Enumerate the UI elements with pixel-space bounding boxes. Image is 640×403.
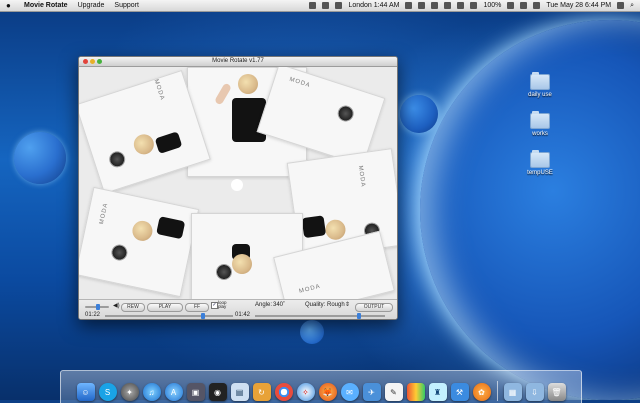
status-icon-3[interactable] [335,2,343,9]
preview-icon[interactable]: ▤ [230,383,249,401]
movie-rotate-icon[interactable]: ↻ [252,383,271,401]
loop-play-label: loop play [218,300,227,309]
dock-separator [496,381,498,401]
seek-bar-right[interactable] [255,315,385,317]
status-icon-5[interactable] [418,2,426,9]
desktop-folder-works[interactable]: works [517,111,563,137]
zoom-button[interactable] [97,59,102,64]
applications-folder-icon[interactable]: ▦ [503,383,522,401]
menu-extras: London 1:44 AM 100% Tue May 28 6:44 PM ⌕ [309,2,634,10]
chrome-icon[interactable] [274,383,293,401]
folder-icon [530,150,550,168]
photo-booth-icon[interactable]: ◉ [208,383,227,401]
folder-icon [530,111,550,129]
loop-play-checkbox[interactable]: ✓ [211,302,218,309]
trash-icon[interactable]: 🗑 [547,383,566,401]
status-icon-8[interactable] [457,2,465,9]
speaker-icon: ◀) [113,303,120,309]
seek-bar-left[interactable] [105,315,233,317]
firefox-icon[interactable]: 🦊 [318,383,337,401]
play-button[interactable]: PLAY [147,303,183,312]
spotlight-icon[interactable]: ⌕ [630,2,634,10]
bottle-icon[interactable]: ♜ [428,383,447,401]
textedit-icon[interactable]: ✎ [384,383,403,401]
user-icon[interactable] [617,2,625,9]
volume-icon[interactable] [533,2,541,9]
planet-mid-graphic [400,95,438,133]
volume-slider[interactable] [85,304,109,310]
movie-rotate-window: Movie Rotate v1.77 MODA MODA MODA MODA M… [78,56,398,320]
menu-item-support[interactable]: Support [114,2,139,9]
folder-icon [530,72,550,90]
orange-app-icon[interactable]: ✿ [472,383,491,401]
close-button[interactable] [83,59,88,64]
status-icon-6[interactable] [431,2,439,9]
total-time: 01:42 [235,312,251,318]
menu-bar: ● Movie Rotate Upgrade Support London 1:… [0,0,640,12]
status-icon-4[interactable] [405,2,413,9]
folder-label: works [532,131,548,137]
desktop-folder-tempuse[interactable]: tempUSE [517,150,563,176]
launchpad-icon[interactable]: ✦ [120,383,139,401]
angle-label: Angle: [255,302,273,308]
apple-menu-icon[interactable]: ● [6,1,16,10]
volume-knob[interactable] [96,304,101,310]
video-tile-left: MODA [79,186,200,298]
app-store-icon[interactable]: A [164,383,183,401]
quality-select[interactable]: Rough [327,302,345,308]
status-icon-7[interactable] [444,2,452,9]
battery-percent[interactable]: 100% [483,2,501,9]
planet-small-graphic [14,132,66,184]
itunes-icon[interactable]: ♫ [142,383,161,401]
window-title: Movie Rotate v1.77 [212,58,264,64]
planet-tiny-graphic [300,320,324,344]
instruments-icon[interactable] [406,383,425,401]
current-time: 01:22 [85,312,101,318]
world-clock[interactable]: London 1:44 AM [348,2,399,9]
seek-knob[interactable] [201,313,205,319]
downloads-folder-icon[interactable]: ⇩ [525,383,544,401]
menu-clock[interactable]: Tue May 28 6:44 PM [546,2,611,9]
quality-label: Quality: [305,302,326,308]
output-button[interactable]: OUTPUT [355,303,393,312]
status-icon-2[interactable] [322,2,330,9]
menu-item-upgrade[interactable]: Upgrade [78,2,105,9]
menu-app-name[interactable]: Movie Rotate [24,2,68,9]
safari-icon[interactable]: ✧ [296,383,315,401]
angle-value[interactable]: 340˚ [273,302,285,308]
quality-stepper-icon[interactable]: ⇕ [345,301,350,308]
window-titlebar[interactable]: Movie Rotate v1.77 [79,57,397,67]
playback-controls: ◀) REW PLAY FF ✓ loop play Angle: 340˚ Q… [79,299,397,319]
minimize-button[interactable] [90,59,95,64]
rotation-center-marker [231,179,243,191]
mail-icon[interactable]: ✈ [362,383,381,401]
battery-icon[interactable] [507,2,515,9]
wifi-icon[interactable] [520,2,528,9]
bluetooth-icon[interactable] [470,2,478,9]
folder-label: daily use [528,92,552,98]
folder-label: tempUSE [527,170,553,176]
skype-icon[interactable]: S [98,383,117,401]
video-preview[interactable]: MODA MODA MODA MODA MODA [79,67,397,299]
finder-icon[interactable]: ☺ [76,383,95,401]
rew-button[interactable]: REW [121,303,145,312]
messages-icon[interactable]: ✉ [340,383,359,401]
xcode-icon[interactable]: ⚒ [450,383,469,401]
status-icon-1[interactable] [309,2,317,9]
desktop-folder-daily-use[interactable]: daily use [517,72,563,98]
ff-button[interactable]: FF [185,303,209,312]
dock: ☺ S ✦ ♫ A ▣ ◉ ▤ ↻ ✧ 🦊 ✉ ✈ ✎ ♜ ⚒ ✿ ▦ ⇩ 🗑 [60,370,582,403]
seek-end-knob[interactable] [357,313,361,319]
screenshot-icon[interactable]: ▣ [186,383,205,401]
